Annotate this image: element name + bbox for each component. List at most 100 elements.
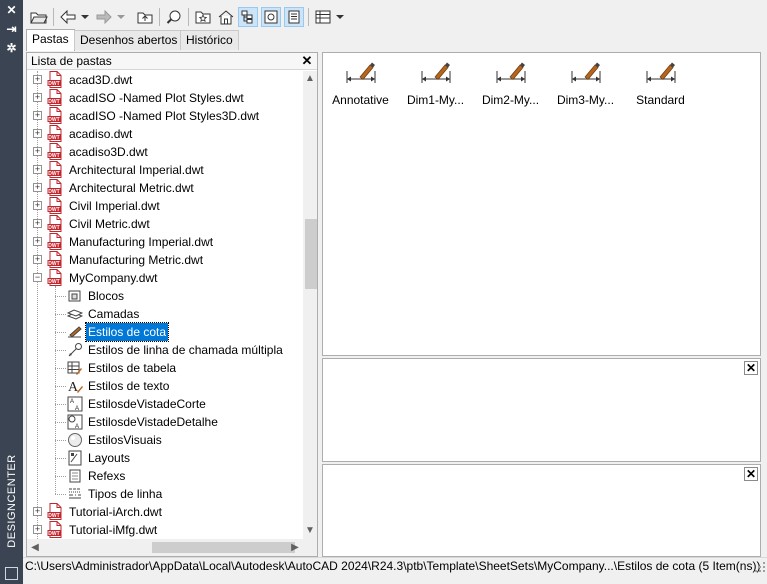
tree-file-item[interactable]: + DWT Architectural Imperial.dwt: [27, 161, 301, 179]
up-folder-icon[interactable]: [134, 7, 156, 27]
tree-child-label: Layouts: [88, 451, 131, 465]
visual-style-icon: [68, 433, 82, 447]
preview-panel: ✕: [322, 358, 761, 462]
tree-file-item[interactable]: + DWT Manufacturing Metric.dwt: [27, 251, 301, 269]
hscroll-thumb[interactable]: [152, 542, 295, 553]
expand-icon[interactable]: +: [33, 111, 42, 120]
description-toggle-icon[interactable]: [284, 7, 304, 27]
favorites-icon[interactable]: [192, 7, 214, 27]
expand-icon[interactable]: +: [33, 525, 42, 534]
tree-child-item[interactable]: Estilos de cota: [27, 322, 301, 342]
tree-file-label: MyCompany.dwt: [69, 271, 158, 285]
tab-folders[interactable]: Pastas: [26, 29, 75, 51]
views-dropdown-icon[interactable]: [335, 7, 345, 27]
dimension-style-icon: [571, 62, 600, 83]
tree-child-item[interactable]: EstilosVisuais: [27, 431, 301, 449]
tree-file-item[interactable]: + DWT Tutorial-iMfg.dwt: [27, 521, 301, 539]
resize-grip-icon[interactable]: [755, 562, 765, 572]
close-folder-list-icon[interactable]: ✕: [300, 54, 314, 68]
collapse-icon[interactable]: −: [33, 273, 42, 282]
tree-child-item[interactable]: A Estilos de texto: [27, 377, 301, 395]
expand-icon[interactable]: +: [33, 75, 42, 84]
table-style-icon: [67, 361, 82, 375]
tree-child-label: Refexs: [88, 469, 126, 483]
scroll-thumb[interactable]: [305, 219, 317, 289]
tree-file-item[interactable]: + DWT acadiso3D.dwt: [27, 143, 301, 161]
tree-file-item[interactable]: + DWT Civil Imperial.dwt: [27, 197, 301, 215]
tree-view-toggle-icon[interactable]: [238, 7, 258, 27]
tree-file-item[interactable]: − DWT MyCompany.dwt: [27, 269, 301, 287]
forward-dropdown-icon[interactable]: [116, 7, 126, 27]
tree-child-label: Tipos de linha: [88, 487, 163, 501]
back-dropdown-icon[interactable]: [80, 7, 90, 27]
dwt-file-icon: DWT: [47, 89, 62, 106]
tree-file-label: acad3D.dwt: [69, 73, 133, 87]
expand-icon[interactable]: +: [33, 183, 42, 192]
dimstyle-item[interactable]: Standard: [623, 61, 698, 111]
expand-icon[interactable]: +: [33, 201, 42, 210]
home-icon[interactable]: [215, 7, 237, 27]
tree-file-item[interactable]: + DWT Manufacturing Imperial.dwt: [27, 233, 301, 251]
layers-icon: [67, 309, 83, 320]
svg-text:DWT: DWT: [48, 225, 59, 231]
tree-file-label: Manufacturing Metric.dwt: [69, 253, 204, 267]
load-folder-icon[interactable]: [28, 7, 50, 27]
search-icon[interactable]: [163, 7, 185, 27]
tree-child-item[interactable]: Layouts: [27, 449, 301, 467]
svg-text:A: A: [75, 406, 79, 412]
expand-icon[interactable]: +: [33, 93, 42, 102]
tree-file-item[interactable]: + DWT Civil Metric.dwt: [27, 215, 301, 233]
expand-icon[interactable]: +: [33, 507, 42, 516]
tree-child-item[interactable]: Tipos de linha: [27, 485, 301, 503]
content-area: Annotative Dim1-My... Dim2-My... Dim3-My…: [322, 52, 761, 356]
scroll-up-icon[interactable]: ▲: [303, 71, 317, 87]
dimstyle-item[interactable]: Dim2-My...: [473, 61, 548, 111]
dimstyle-item[interactable]: Annotative: [323, 61, 398, 111]
tree-file-item[interactable]: + DWT Architectural Metric.dwt: [27, 179, 301, 197]
tree-child-item[interactable]: Camadas: [27, 305, 301, 323]
dimstyle-label: Dim2-My...: [481, 93, 540, 107]
expand-icon[interactable]: +: [33, 129, 42, 138]
autohide-icon[interactable]: ⇥: [4, 22, 19, 37]
scroll-right-icon[interactable]: ▶: [287, 539, 303, 556]
tree-child-item[interactable]: Refexs: [27, 467, 301, 485]
expand-icon[interactable]: +: [33, 237, 42, 246]
back-arrow-icon[interactable]: [57, 7, 79, 27]
dwt-file-icon: DWT: [47, 161, 62, 178]
scroll-down-icon[interactable]: ▼: [303, 523, 317, 539]
tree-child-item[interactable]: Blocos: [27, 287, 301, 305]
tree-child-item[interactable]: AA EstilosdeVistadeCorte: [27, 395, 301, 413]
forward-arrow-icon[interactable]: [93, 7, 115, 27]
close-description-icon[interactable]: ✕: [744, 467, 758, 481]
expand-icon[interactable]: +: [33, 165, 42, 174]
dimstyle-label: Dim3-My...: [556, 93, 615, 107]
tree-file-item[interactable]: + DWT acadISO -Named Plot Styles.dwt: [27, 89, 301, 107]
dimstyle-item[interactable]: Dim3-My...: [548, 61, 623, 111]
properties-gear-icon[interactable]: ✲: [4, 41, 19, 56]
dimstyle-icon: [68, 326, 82, 338]
tree-horizontal-scrollbar[interactable]: ◀ ▶: [27, 539, 303, 556]
tree-file-item[interactable]: + DWT acadiso.dwt: [27, 125, 301, 143]
tree-child-label: Camadas: [88, 307, 140, 321]
expand-icon[interactable]: +: [33, 147, 42, 156]
dimstyle-item[interactable]: Dim1-My...: [398, 61, 473, 111]
tree-vertical-scrollbar[interactable]: ▲ ▼: [303, 71, 317, 539]
tree-child-item[interactable]: Estilos de tabela: [27, 359, 301, 377]
views-icon[interactable]: [312, 7, 334, 27]
expand-icon[interactable]: +: [33, 255, 42, 264]
svg-text:DWT: DWT: [48, 153, 59, 159]
dwt-file-icon: DWT: [47, 71, 62, 88]
tab-open-drawings[interactable]: Desenhos abertos: [74, 30, 184, 50]
tree-child-item[interactable]: A EstilosdeVistadeDetalhe: [27, 413, 301, 431]
tree-file-item[interactable]: + DWT acadISO -Named Plot Styles3D.dwt: [27, 107, 301, 125]
tree-child-item[interactable]: Estilos de linha de chamada múltipla: [27, 341, 301, 359]
close-palette-icon[interactable]: ✕: [4, 3, 19, 18]
close-preview-icon[interactable]: ✕: [744, 361, 758, 375]
expand-icon[interactable]: +: [33, 219, 42, 228]
tree-file-item[interactable]: + DWT Tutorial-iArch.dwt: [27, 503, 301, 521]
folder-tree-panel: Lista de pastas ✕ + DWT acad3D.dwt + DWT…: [26, 52, 318, 557]
tree-file-item[interactable]: + DWT acad3D.dwt: [27, 71, 301, 89]
preview-toggle-icon[interactable]: [261, 7, 281, 27]
tab-history[interactable]: Histórico: [180, 30, 239, 50]
scroll-left-icon[interactable]: ◀: [27, 539, 43, 556]
